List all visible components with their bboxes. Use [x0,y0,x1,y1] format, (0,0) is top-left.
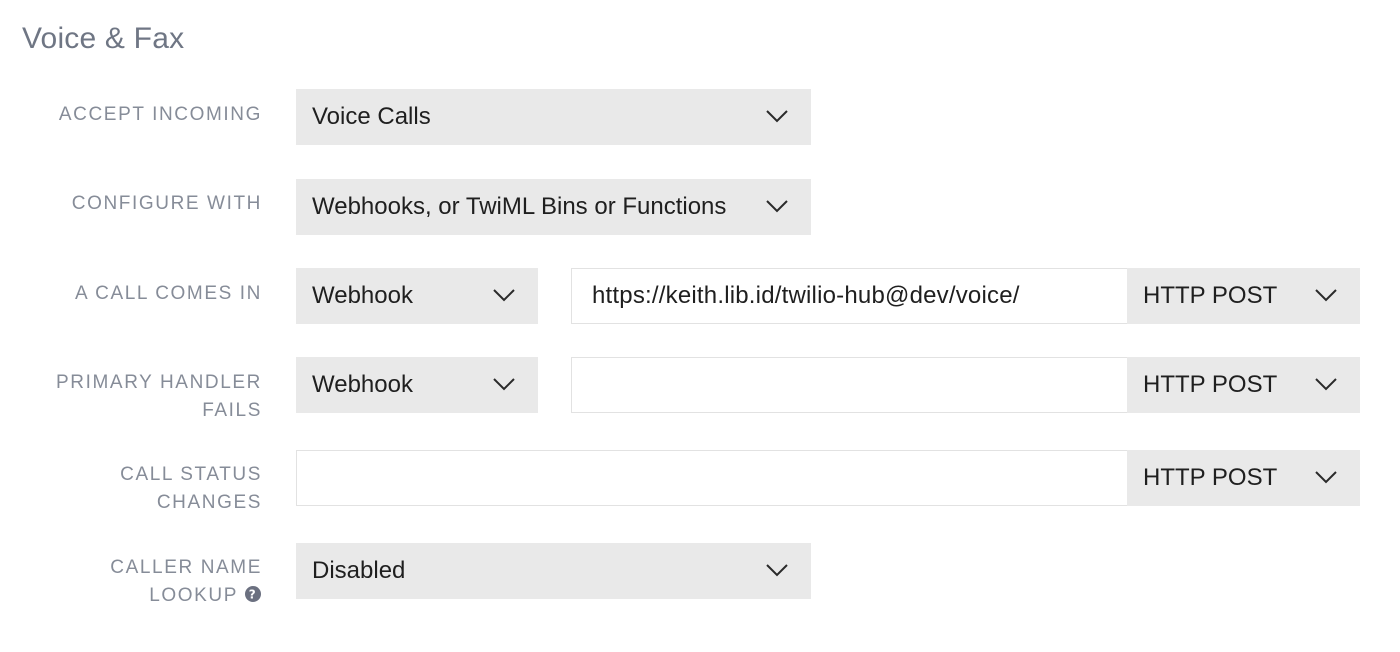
configure-with-select[interactable]: Webhooks, or TwiML Bins or Functions [296,179,811,235]
call-status-method-value: HTTP POST [1143,464,1278,491]
chevron-down-icon [1314,377,1338,391]
chevron-down-icon [765,563,789,577]
call-comes-in-method-select[interactable]: HTTP POST [1127,268,1360,324]
primary-handler-fails-label: PRIMARY HANDLER FAILS [56,372,262,421]
configure-with-value: Webhooks, or TwiML Bins or Functions [312,193,727,220]
section-title: Voice & Fax [22,22,185,55]
accept-incoming-select[interactable]: Voice Calls [296,89,811,145]
svg-text:?: ? [249,588,258,602]
call-status-url-input[interactable] [296,450,1128,506]
primary-handler-method-select[interactable]: HTTP POST [1127,357,1360,413]
primary-handler-url-input[interactable] [571,357,1128,413]
configure-with-label: CONFIGURE WITH [71,193,262,214]
chevron-down-icon [765,199,789,213]
accept-incoming-label: ACCEPT INCOMING [58,104,262,125]
call-comes-in-label: A CALL COMES IN [75,283,262,304]
accept-incoming-value: Voice Calls [312,103,431,130]
call-status-changes-label: CALL STATUS CHANGES [120,464,262,513]
call-comes-in-url-input[interactable]: https://keith.lib.id/twilio-hub@dev/voic… [571,268,1128,324]
caller-name-lookup-label: CALLER NAME LOOKUP? [110,557,262,606]
caller-name-lookup-select[interactable]: Disabled [296,543,811,599]
primary-handler-method-value: HTTP POST [1143,371,1278,398]
chevron-down-icon [1314,288,1338,302]
chevron-down-icon [492,288,516,302]
chevron-down-icon [765,109,789,123]
voice-fax-config-page: Voice & Fax ACCEPT INCOMING Voice Calls … [0,0,1400,652]
primary-handler-type-select[interactable]: Webhook [296,357,538,413]
chevron-down-icon [1314,470,1338,484]
call-comes-in-method-value: HTTP POST [1143,282,1278,309]
call-comes-in-type-value: Webhook [312,282,413,309]
call-comes-in-url-value: https://keith.lib.id/twilio-hub@dev/voic… [592,282,1020,309]
call-comes-in-type-select[interactable]: Webhook [296,268,538,324]
question-circle-icon[interactable]: ? [244,584,262,602]
chevron-down-icon [492,377,516,391]
call-status-method-select[interactable]: HTTP POST [1127,450,1360,506]
primary-handler-type-value: Webhook [312,371,413,398]
caller-name-lookup-value: Disabled [312,557,406,584]
